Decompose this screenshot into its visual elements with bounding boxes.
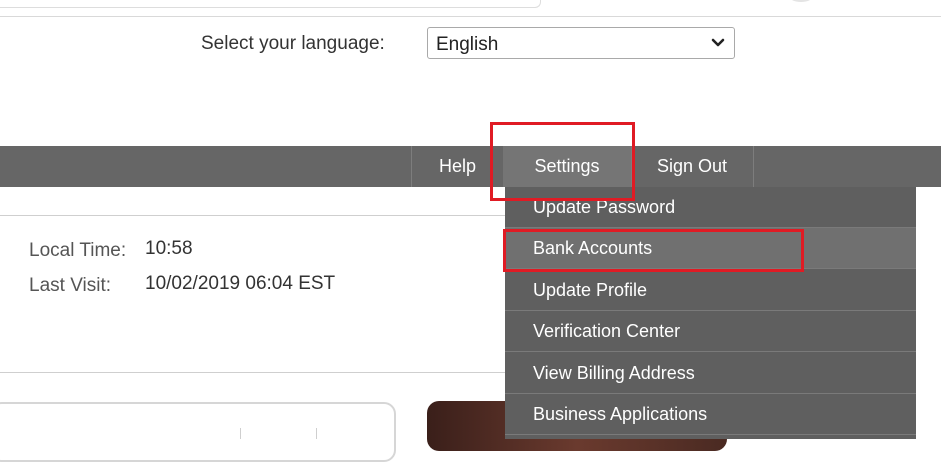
menu-item-update-profile[interactable]: Update Profile (505, 270, 916, 311)
menu-item-bank-accounts[interactable]: Bank Accounts (505, 228, 916, 269)
nav-help-link[interactable]: Help (412, 146, 503, 187)
last-visit-label: Last Visit: (29, 275, 112, 296)
header-divider (0, 16, 941, 17)
chevron-down-icon (711, 38, 725, 47)
nav-separator (753, 146, 754, 187)
menu-item-update-password[interactable]: Update Password (505, 187, 916, 228)
last-visit-value: 10/02/2019 06:04 EST (145, 273, 336, 294)
content-divider (0, 372, 505, 373)
settings-dropdown-menu: Update Password Bank Accounts Update Pro… (505, 187, 916, 439)
local-time-label: Local Time: (29, 240, 127, 261)
local-time-value: 10:58 (145, 238, 193, 259)
summary-panel (0, 402, 396, 462)
menu-item-verification-center[interactable]: Verification Center (505, 311, 916, 352)
panel-column-divider (316, 428, 317, 439)
language-label: Select your language: (201, 33, 385, 54)
panel-column-divider (240, 428, 241, 439)
menu-item-business-applications[interactable]: Business Applications (505, 394, 916, 435)
main-navbar: Help Settings Sign Out (0, 146, 941, 187)
browser-tab-edge (0, 0, 541, 8)
language-selected-value: English (436, 34, 499, 55)
nav-sign-out-link[interactable]: Sign Out (631, 146, 753, 187)
menu-item-view-billing-address[interactable]: View Billing Address (505, 353, 916, 394)
nav-settings-link[interactable]: Settings (503, 146, 631, 187)
content-divider (0, 215, 505, 216)
language-select[interactable]: English (427, 27, 735, 59)
profile-avatar[interactable] (788, 0, 814, 2)
